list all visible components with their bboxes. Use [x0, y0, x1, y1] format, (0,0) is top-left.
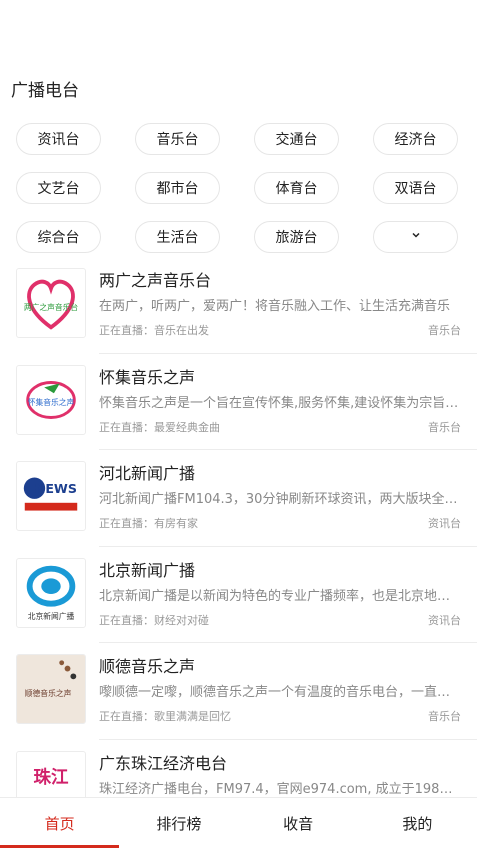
station-logo-text: 怀集音乐之声 [28, 396, 75, 406]
station-description: 河北新闻广播FM104.3，30分钟刷新环球资讯，两大版块全新打造 [99, 492, 460, 508]
station-list: 两广之声音乐台 两广之声音乐台 在两广，听两广，爱两广！将音乐融入工作、让生活充… [0, 257, 477, 837]
category-chips: 资讯台 音乐台 交通台 经济台 文艺台 都市台 体育台 双语台 综合台 生活台 … [16, 123, 461, 253]
station-name: 怀集音乐之声 [99, 367, 196, 387]
station-name: 广东珠江经济电台 [99, 753, 228, 773]
station-logo: 北京新闻广播 [16, 557, 86, 628]
live-program: 正在直播：歌里满满是回忆 [99, 710, 231, 724]
chip-general[interactable]: 综合台 [16, 221, 101, 253]
chip-economy[interactable]: 经济台 [373, 123, 458, 155]
station-description: 在两广，听两广，爱两广！将音乐融入工作、让生活充满音乐 [99, 299, 451, 314]
station-logo: 怀集音乐之声 [16, 364, 86, 435]
station-logo: 两广之声音乐台 [16, 268, 86, 338]
chip-city[interactable]: 都市台 [135, 172, 220, 204]
station-logo-text: 珠江 [34, 768, 69, 788]
chip-news[interactable]: 资讯台 [16, 123, 101, 155]
station-description: 北京新闻广播是以新闻为特色的专业广播频率，也是北京地区最具影响力的媒体 [99, 588, 460, 604]
tab-home[interactable]: 首页 [0, 798, 120, 848]
station-description: 嚟顺德一定嚟，顺德音乐之声一个有温度的音乐电台，一直陪伴你左右 [99, 685, 460, 701]
more-categories-button[interactable] [373, 221, 458, 253]
station-logo-text: NEWS [35, 481, 77, 496]
station-name: 顺德音乐之声 [99, 657, 196, 677]
station-category: 音乐台 [428, 324, 461, 337]
chip-traffic[interactable]: 交通台 [254, 123, 339, 155]
station-category: 资讯台 [428, 517, 461, 531]
tab-mine[interactable]: 我的 [358, 798, 477, 848]
tab-ranking[interactable]: 排行榜 [119, 798, 238, 848]
station-logo-text: 顺德音乐之声 [25, 688, 72, 698]
chip-music[interactable]: 音乐台 [135, 123, 220, 155]
station-logo-text: 北京新闻广播 [28, 611, 75, 621]
station-item[interactable]: 北京新闻广播 北京新闻广播 北京新闻广播是以新闻为特色的专业广播频率，也是北京地… [0, 547, 477, 644]
section-title: 广播电台 [11, 81, 79, 101]
station-item[interactable]: 顺德音乐之声 顺德音乐之声 嚟顺德一定嚟，顺德音乐之声一个有温度的音乐电台，一直… [0, 643, 477, 740]
station-logo-text: 两广之声音乐台 [24, 302, 79, 312]
station-category: 音乐台 [428, 710, 461, 724]
station-name: 北京新闻广播 [99, 560, 196, 580]
tab-radio[interactable]: 收音 [239, 798, 358, 848]
chip-life[interactable]: 生活台 [135, 221, 220, 253]
live-program: 正在直播：财经对对碰 [99, 613, 209, 627]
live-program: 正在直播：最爱经典金曲 [99, 420, 220, 434]
chevron-down-icon [410, 229, 422, 245]
chip-travel[interactable]: 旅游台 [254, 221, 339, 253]
chip-bilingual[interactable]: 双语台 [373, 172, 458, 204]
station-description: 珠江经济广播电台，FM97.4，官网e974.com, 成立于1986年 [99, 781, 460, 797]
live-program: 正在直播：音乐在出发 [99, 324, 209, 337]
station-category: 资讯台 [428, 613, 461, 627]
station-logo: 顺德音乐之声 [16, 654, 86, 725]
bottom-tab-bar: 首页 排行榜 收音 我的 [0, 797, 477, 848]
station-logo: NEWS [16, 461, 86, 532]
live-program: 正在直播：有房有家 [99, 517, 198, 531]
station-category: 音乐台 [428, 420, 461, 434]
station-name: 两广之声音乐台 [99, 271, 212, 290]
station-item[interactable]: 两广之声音乐台 两广之声音乐台 在两广，听两广，爱两广！将音乐融入工作、让生活充… [0, 257, 477, 354]
chip-arts[interactable]: 文艺台 [16, 172, 101, 204]
station-description: 怀集音乐之声是一个旨在宣传怀集,服务怀集,建设怀集为宗旨的音乐电台 [99, 395, 460, 411]
station-item[interactable]: 怀集音乐之声 怀集音乐之声 怀集音乐之声是一个旨在宣传怀集,服务怀集,建设怀集为… [0, 354, 477, 451]
station-name: 河北新闻广播 [99, 464, 196, 484]
station-item[interactable]: NEWS 河北新闻广播 河北新闻广播FM104.3，30分钟刷新环球资讯，两大版… [0, 450, 477, 547]
chip-sports[interactable]: 体育台 [254, 172, 339, 204]
